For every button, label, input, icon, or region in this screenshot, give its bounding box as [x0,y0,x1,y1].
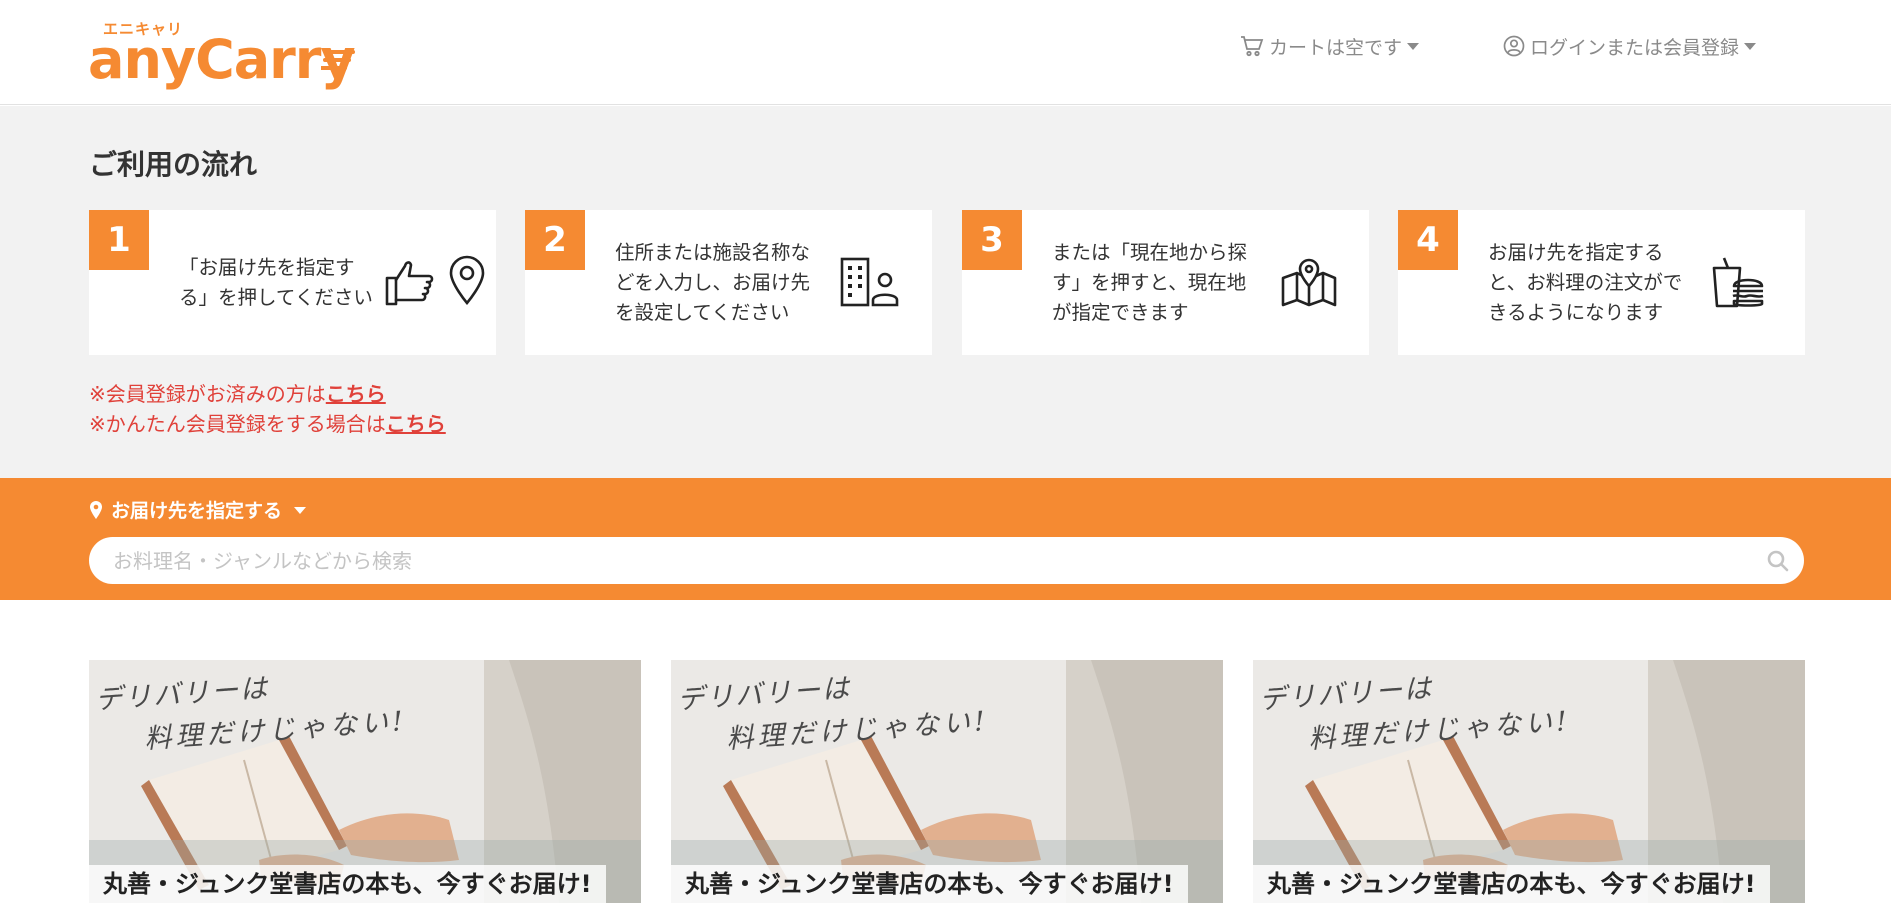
map-pin-icon [449,255,485,306]
login-label: ログインまたは会員登録 [1530,36,1740,59]
search-band: お届け先を指定する [0,478,1891,600]
cart-icon [1241,36,1264,57]
banner-caption: 丸善・ジュンク堂書店の本も、今すぐお届け! [1253,865,1770,903]
step-text: 「お届け先を指定する」を押してください [179,255,373,309]
step-text: または「現在地から探す」を押すと、現在地が指定できます [1052,240,1248,324]
flow-step-3: 3 または「現在地から探す」を押すと、現在地が指定できます [962,210,1369,355]
note-text: ※かんたん会員登録をする場合は [89,412,386,436]
step-text: 住所または施設名称などを入力し、お届け先を設定してください [615,240,811,324]
note-text: ※会員登録がお済みの方は [89,382,326,406]
step-number: 3 [962,210,1022,270]
note-quick-register: ※かんたん会員登録をする場合はこちら [89,409,446,439]
step-number: 2 [525,210,585,270]
search-bar [89,537,1804,584]
user-circle-icon [1503,35,1525,57]
search-input[interactable] [113,537,1733,584]
pointing-hand-icon [385,261,434,306]
flow-step-2: 2 住所または施設名称などを入力し、お届け先を設定してください [525,210,932,355]
location-pin-icon [90,500,102,519]
cart-label: カートは空です [1269,36,1403,59]
anycarry-logo[interactable]: エニキャリ anyCarry [88,18,358,91]
banner-caption: 丸善・ジュンク堂書店の本も、今すぐお届け! [89,865,606,903]
login-menu[interactable]: ログインまたは会員登録 [1503,31,1757,61]
map-icon [1281,258,1337,307]
step-number: 1 [89,210,149,270]
cart-menu[interactable]: カートは空です [1240,31,1420,61]
promo-banner[interactable]: デリバリーは 料理だけじゃない! 丸善・ジュンク堂書店の本も、今すぐお届け! [671,660,1223,903]
promo-banner[interactable]: デリバリーは 料理だけじゃない! 丸善・ジュンク堂書店の本も、今すぐお届け! [1253,660,1805,903]
logo-wordmark: anyCarry [88,28,356,91]
site-header: エニキャリ anyCarry カートは空です ログインまたは会員登録 [0,0,1891,105]
chevron-down-icon [1744,42,1757,50]
takeout-food-icon [1712,257,1764,308]
note-registered-member: ※会員登録がお済みの方はこちら [89,379,446,409]
flow-step-4: 4 お届け先を指定すると、お料理の注文ができるようになります [1398,210,1805,355]
banner-caption: 丸善・ジュンク堂書店の本も、今すぐお届け! [671,865,1188,903]
step-number: 4 [1398,210,1458,270]
chevron-down-icon [294,507,307,514]
flow-title: ご利用の流れ [89,148,258,181]
search-icon[interactable] [1766,549,1790,573]
step-text: お届け先を指定すると、お料理の注文ができるようになります [1488,240,1683,324]
member-login-link[interactable]: こちら [326,382,386,406]
usage-flow-section: ご利用の流れ 1 「お届け先を指定する」を押してください 2 住所または施設名称… [0,106,1891,478]
delivery-address-dropdown[interactable]: お届け先を指定する [89,496,307,523]
promo-banner[interactable]: デリバリーは 料理だけじゃない! 丸善・ジュンク堂書店の本も、今すぐお届け! [89,660,641,903]
flow-step-1: 1 「お届け先を指定する」を押してください [89,210,496,355]
quick-register-link[interactable]: こちら [386,412,446,436]
delivery-label: お届け先を指定する [111,500,283,522]
chevron-down-icon [1407,42,1420,50]
speed-lines-icon [321,50,355,70]
member-notes: ※会員登録がお済みの方はこちら ※かんたん会員登録をする場合はこちら [89,379,446,439]
building-person-icon [840,257,899,307]
